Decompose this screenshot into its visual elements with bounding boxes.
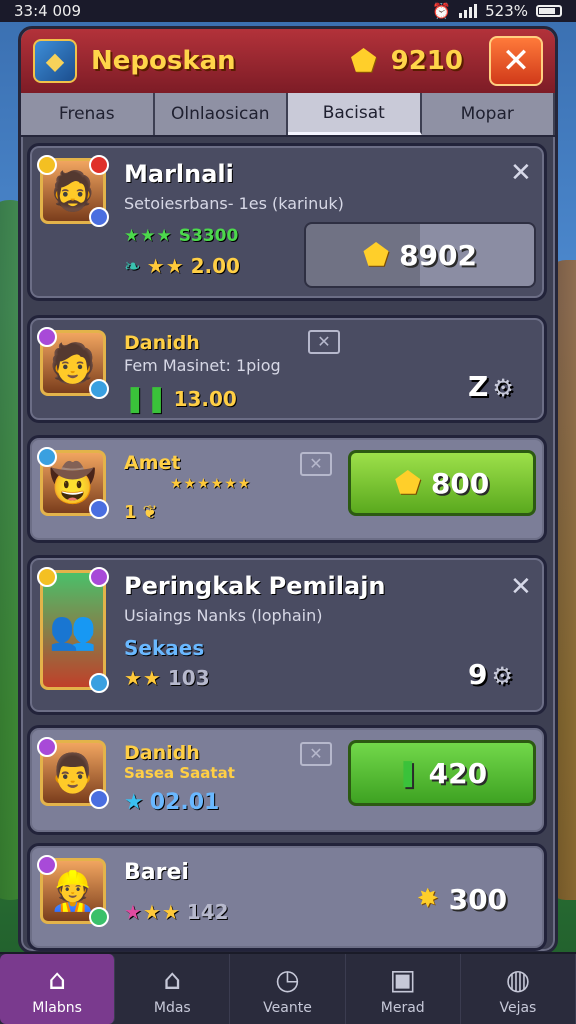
gold-coin-icon: ⬟ [362,237,390,273]
status-bar: 33:4 009 ⏰ 523% [0,0,576,22]
avatar: 👷 [37,855,109,927]
panel-header: ◆ Neposkan ⬟ 9210 ✕ [21,29,555,93]
price-label: ✸ 300 [416,882,508,916]
price-button[interactable]: ⬟ 8902 [304,222,536,288]
player-stat-primary: ★ 02.01 [124,790,220,815]
player-name: Amet [124,452,181,474]
player-name: Barei [124,860,189,885]
game-logo-icon: ◆ [33,39,77,83]
price-button[interactable]: ❚ 420 [348,740,536,806]
coin-balance: 9210 [390,46,463,76]
avatar: 👨 [37,737,109,809]
rank-number: Z ⚙ [468,370,514,403]
close-button[interactable]: ✕ [489,36,543,86]
nav-item-merad[interactable]: ▣ Merad [346,954,461,1024]
green-gem-icon: ❚ [396,758,419,788]
player-stat-secondary: ❧ ★★ 2.00 [124,254,240,278]
list-item[interactable]: 🤠 Amet ★★★★★★ 1 ❦ ✕ ⬟ 800 [27,435,547,543]
panel-title: Neposkan [91,46,236,76]
avatar: 🤠 [37,447,109,519]
dismiss-icon[interactable]: ✕ [300,742,332,766]
leaf-icon: ❧ [124,254,141,278]
avatar: 👥 [37,567,109,693]
rank-number: 9 ⚙ [468,658,513,691]
house-icon: ⌂ [163,962,182,996]
gear-icon[interactable]: ⚙ [492,374,514,402]
signal-icon [459,4,478,18]
player-name: Danidh [124,332,200,354]
player-stat-primary: ★★★ 142 [124,900,229,924]
chest-icon: ▣ [389,962,416,996]
bottom-nav: ⌂ Mlabns ⌂ Mdas ◷ Veante ▣ Merad ◍ Vejas [0,952,576,1024]
chat-icon: ◍ [505,962,531,996]
tab-bar: Frenas Olnlaosican Bacisat Mopar [21,93,555,137]
nav-item-veante[interactable]: ◷ Veante [230,954,346,1024]
star-rating-icon: ★★★★★★ [170,476,252,492]
star-rating-icon: ★★ [146,254,185,278]
player-stat-primary: ★★ 103 [124,666,210,690]
dismiss-icon[interactable]: ✕ [308,330,340,354]
avatar: 🧑 [37,327,109,399]
tab-olnlaosican[interactable]: Olnlaosican [154,93,288,135]
player-stat-primary: ★★★ S3300 [124,226,239,246]
list-item[interactable]: 👥 Peringkak Pemilajn Usiaings Nanks (lop… [27,555,547,715]
player-tag: Sekaes [124,636,205,660]
dismiss-icon[interactable]: ✕ [300,452,332,476]
star-rating-icon: ★★★ [124,900,181,924]
battery-icon [536,5,562,17]
player-name: Danidh [124,742,200,764]
gold-coin-icon: ⬟ [350,43,377,79]
tab-bacisat[interactable]: Bacisat [288,93,422,135]
battery-percent: 523% [485,2,528,20]
player-stat-primary: 1 ❦ [124,502,158,523]
dismiss-icon[interactable]: ✕ [510,158,532,188]
player-subtitle: Sasea Saatat [124,764,235,782]
avatar: 🧔 [37,155,109,227]
list-item[interactable]: 👷 Barei ★★★ 142 ✸ 300 [27,843,547,951]
alarm-icon: ⏰ [432,2,452,20]
star-icon: ★ [124,790,144,815]
star-rating-icon: ★★★ [124,226,173,246]
player-name: Marlnali [124,160,234,188]
player-subtitle: Usiaings Nanks (lophain) [124,606,323,625]
nav-item-mdas[interactable]: ⌂ Mdas [115,954,231,1024]
star-burst-icon: ✸ [416,884,439,914]
ranking-panel: ◆ Neposkan ⬟ 9210 ✕ Frenas Olnlaosican B… [18,26,558,954]
home-icon: ⌂ [48,962,66,996]
player-stat-primary: ❚❚ 13.00 [124,384,237,414]
price-button[interactable]: ⬟ 800 [348,450,536,516]
player-name: Peringkak Pemilajn [124,572,386,600]
list-item[interactable]: 🧔 Marlnali Setoiesrbans- 1es (karinuk) ★… [27,143,547,301]
paw-icon: ❦ [142,502,158,523]
clock-icon: ◷ [275,962,300,996]
tab-mopar[interactable]: Mopar [421,93,555,135]
star-rating-icon: ★★ [124,666,162,690]
gear-icon[interactable]: ⚙ [491,662,513,690]
player-subtitle: Setoiesrbans- 1es (karinuk) [124,194,344,213]
gold-coin-icon: ⬟ [394,465,421,501]
green-gem-icon: ❚❚ [124,384,168,414]
star-rating: ★★★★★★ [170,476,251,492]
list-item[interactable]: 👨 Danidh Sasea Saatat ★ 02.01 ✕ ❚ 420 [27,725,547,835]
tab-frenas[interactable]: Frenas [21,93,155,135]
nav-item-vejas[interactable]: ◍ Vejas [461,954,576,1024]
player-subtitle: Fem Masinet: 1piog [124,356,281,375]
status-time: 33:4 009 [14,2,82,20]
nav-item-mlabns[interactable]: ⌂ Mlabns [0,954,116,1024]
dismiss-icon[interactable]: ✕ [510,572,532,602]
list-item[interactable]: 🧑 Danidh Fem Masinet: 1piog ❚❚ 13.00 ✕ Z… [27,315,547,423]
